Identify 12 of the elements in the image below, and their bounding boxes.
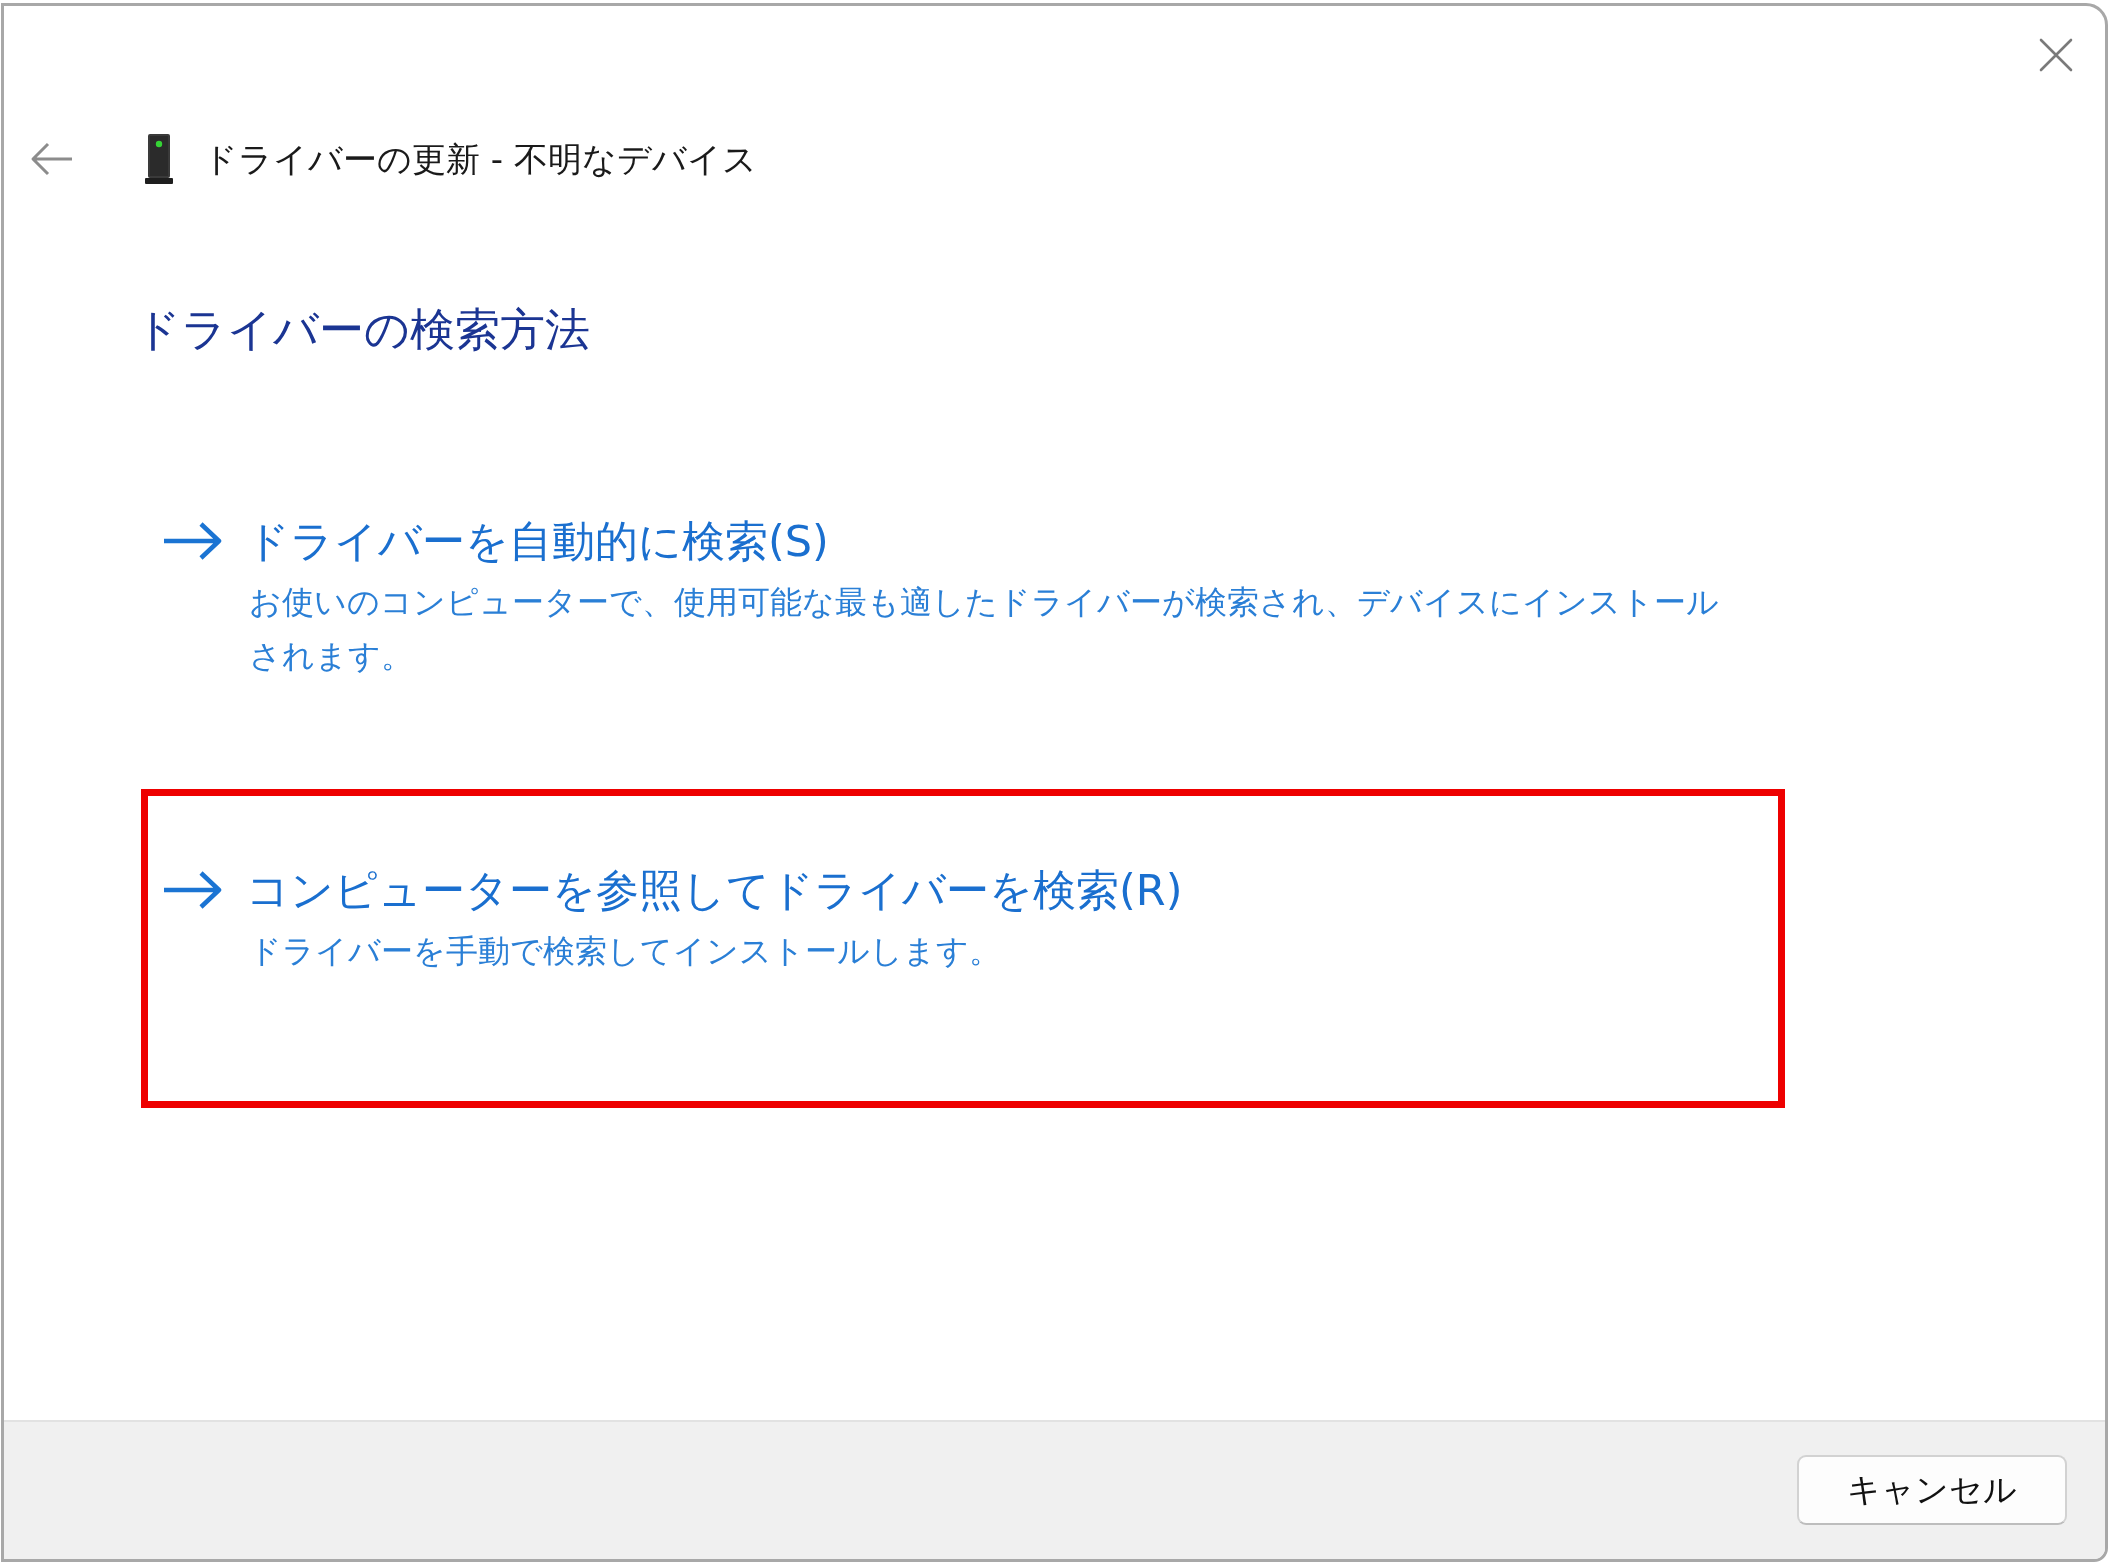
option-description: ドライバーを手動で検索してインストールします。 (249, 931, 1001, 972)
arrow-icon (162, 870, 222, 910)
command-link[interactable]: コンピューターを参照してドライバーを検索(R) (246, 860, 1183, 920)
tower-icon (145, 134, 173, 184)
option-description: お使いのコンピューターで、使用可能な最も適したドライバーが検索され、デバイスにインストールされます。 (249, 582, 1719, 677)
command-link[interactable]: ドライバーを自動的に検索(S) (246, 511, 829, 571)
close-icon[interactable] (2039, 38, 2073, 72)
instruction-heading: ドライバーの検索方法 (135, 302, 590, 358)
cancel-button[interactable]: キャンセル (1797, 1455, 2067, 1525)
arrow-icon (162, 521, 222, 561)
back-arrow-icon[interactable] (30, 142, 74, 176)
window-title: ドライバーの更新 - 不明なデバイス (203, 138, 757, 181)
